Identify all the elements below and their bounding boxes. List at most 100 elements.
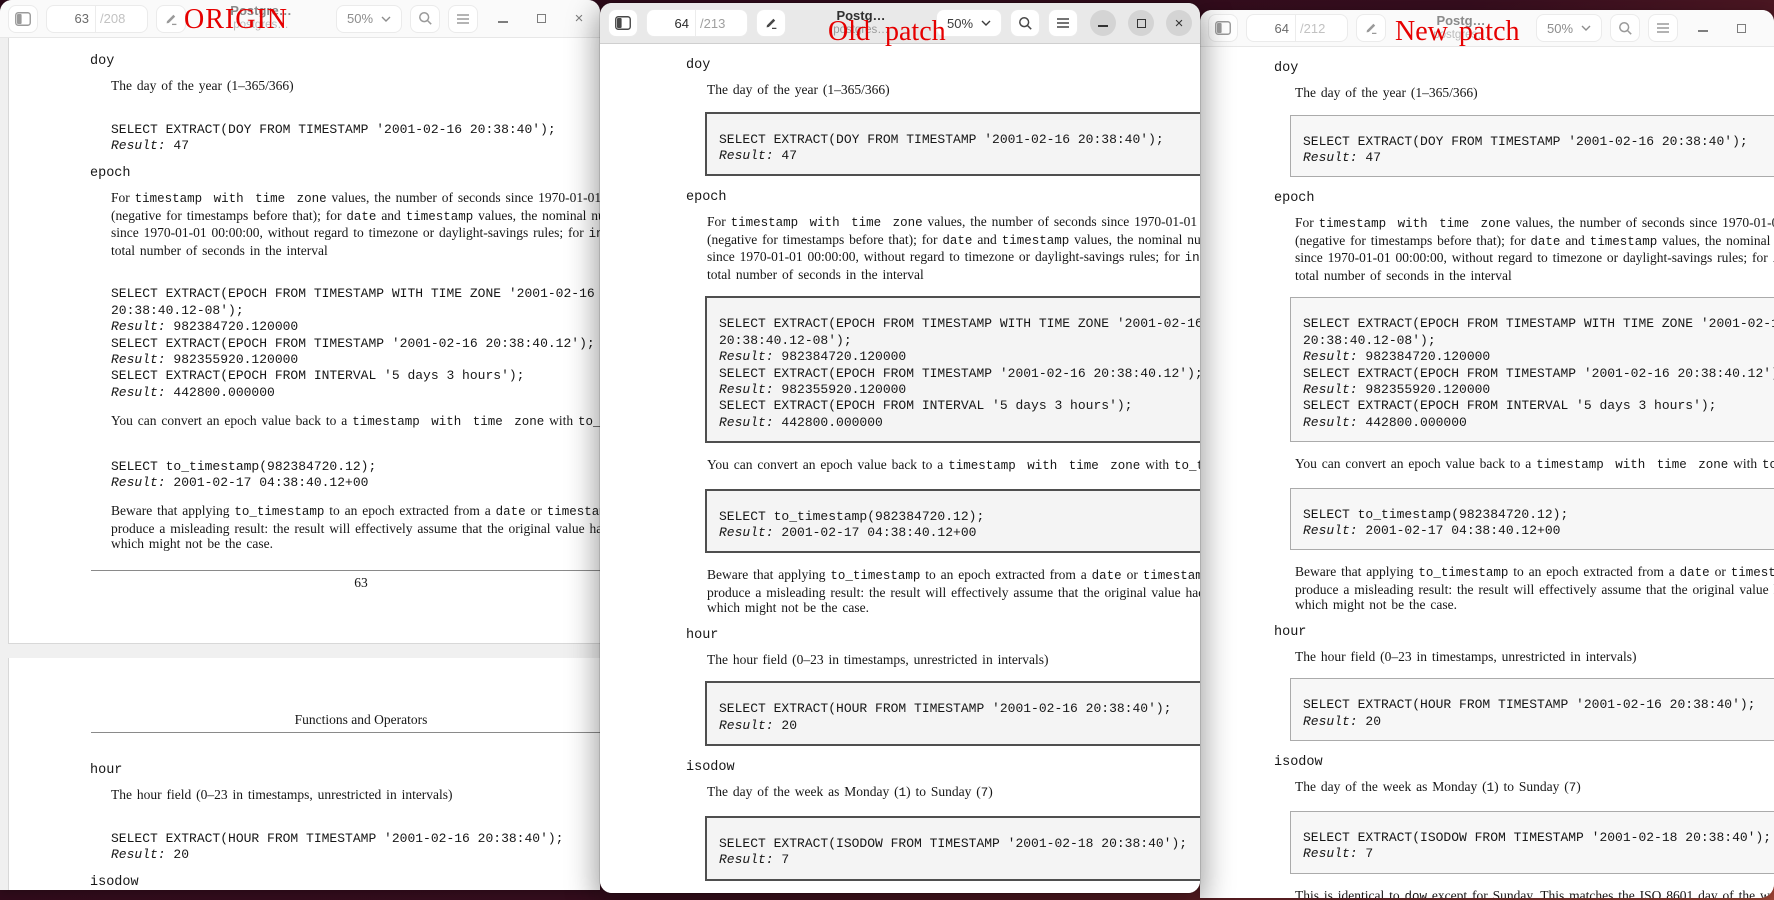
doc-text-line: produce a misleading result: the result … <box>1295 582 1774 598</box>
sidebar-toggle-button[interactable] <box>8 5 38 33</box>
annotate-button[interactable] <box>756 9 786 37</box>
close-button[interactable]: × <box>1166 10 1192 36</box>
running-header-title: Functions and Operators <box>111 712 600 728</box>
inline-code: timestamp with time zone <box>352 415 544 429</box>
headerbar: 63 /208 Postgre… postgres… 50% × <box>0 0 600 38</box>
window-origin: 63 /208 Postgre… postgres… 50% × ORIGIN … <box>0 0 600 890</box>
code-line: Result: 2001-02-17 04:38:40.12+00 <box>1303 523 1774 539</box>
inline-text: values, the nominal number of <box>1657 233 1774 248</box>
doc-text-line: which might not be the case. <box>111 536 600 552</box>
inline-code: to_timestamp <box>1418 566 1508 580</box>
minimize-button[interactable] <box>490 6 516 32</box>
search-button[interactable] <box>1610 14 1640 42</box>
inline-text: ) <box>1576 779 1581 794</box>
code-line: Result: 982384720.120000 <box>1303 349 1774 365</box>
total-pages-label: /208 <box>95 6 147 32</box>
inline-text: to an epoch extracted from a <box>1508 564 1679 579</box>
doc-text-line: For timestamp with time zone values, the… <box>111 190 600 208</box>
doc-text-line: which might not be the case. <box>1295 597 1774 613</box>
annotate-button[interactable] <box>1356 14 1386 42</box>
doc-term: isodow <box>90 875 600 890</box>
minimize-button[interactable] <box>1090 10 1116 36</box>
code-line: Result: 7 <box>719 852 1200 868</box>
document-page: doyThe day of the year (1–365/366)SELECT… <box>1200 47 1774 898</box>
inline-text: values, the nominal number of <box>473 208 600 223</box>
code-line: SELECT to_timestamp(982384720.12); <box>111 459 600 475</box>
code-line: SELECT EXTRACT(EPOCH FROM TIMESTAMP '200… <box>1303 366 1774 382</box>
close-button[interactable]: × <box>566 6 592 32</box>
result-value: 982355920.120000 <box>166 352 299 367</box>
annotate-button[interactable] <box>156 5 186 33</box>
page-number-entry[interactable]: 64 /212 <box>1246 14 1348 42</box>
maximize-button[interactable] <box>1128 10 1154 36</box>
inline-text: with <box>544 413 578 428</box>
zoom-level-dropdown[interactable]: 50% <box>936 9 1002 37</box>
code-example-block: SELECT EXTRACT(HOUR FROM TIMESTAMP '2001… <box>705 681 1200 746</box>
page-number-entry[interactable]: 64 /213 <box>646 9 748 37</box>
maximize-button[interactable] <box>528 6 554 32</box>
inline-code: 1 <box>899 786 907 800</box>
inline-text: with <box>1728 456 1762 471</box>
doc-paragraph: This is identical to dow except for Sund… <box>1295 888 1774 898</box>
current-page-input[interactable]: 64 <box>1247 15 1295 41</box>
code-line: SELECT EXTRACT(EPOCH FROM TIMESTAMP WITH… <box>719 316 1200 332</box>
code-line: SELECT to_timestamp(982384720.12); <box>1303 507 1774 523</box>
maximize-button[interactable] <box>1728 15 1754 41</box>
doc-term: epoch <box>1274 191 1774 206</box>
doc-text-line: (negative for timestamps before that); f… <box>111 208 600 226</box>
code-line: 20:38:40.12-08'); <box>719 333 1200 349</box>
current-page-input[interactable]: 63 <box>47 6 95 32</box>
result-label: Result: <box>1303 714 1358 729</box>
main-menu-button[interactable] <box>448 5 478 33</box>
close-button[interactable]: × <box>1766 15 1774 41</box>
code-line: Result: 20 <box>1303 714 1774 730</box>
current-page-input[interactable]: 64 <box>647 10 695 36</box>
inline-text: values, the number of seconds since 1970… <box>327 190 600 205</box>
doc-text-line: You can convert an epoch value back to a… <box>707 457 1200 475</box>
result-label: Result: <box>111 138 166 153</box>
doc-text-line: total number of seconds in the interval <box>111 243 600 259</box>
sidebar-toggle-button[interactable] <box>1208 14 1238 42</box>
maximize-icon <box>1737 24 1746 33</box>
inline-text: values, the number of seconds since 1970… <box>923 214 1200 229</box>
zoom-level-dropdown[interactable]: 50% <box>336 5 402 33</box>
page-number-entry[interactable]: 63 /208 <box>46 5 148 33</box>
doc-paragraph: For timestamp with time zone values, the… <box>1295 215 1774 283</box>
result-label: Result: <box>111 319 166 334</box>
search-button[interactable] <box>410 5 440 33</box>
inline-code: timestamp <box>1731 566 1774 580</box>
doc-text-line: (negative for timestamps before that); f… <box>707 232 1200 250</box>
window-old-patch: 64 /213 Postg… postgres… 50% × Old patch… <box>600 3 1200 893</box>
inline-text: ) to Sunday ( <box>906 784 981 799</box>
code-line: Result: 982384720.120000 <box>111 319 600 335</box>
document-view[interactable]: doyThe day of the year (1–365/366)SELECT… <box>0 38 600 890</box>
result-value: 20 <box>1358 714 1381 729</box>
doc-term: epoch <box>90 166 600 181</box>
sidebar-toggle-button[interactable] <box>608 9 638 37</box>
doc-paragraph: The hour field (0–23 in timestamps, unre… <box>111 787 600 803</box>
main-menu-button[interactable] <box>1648 14 1678 42</box>
main-menu-button[interactable] <box>1048 9 1078 37</box>
result-value: 47 <box>166 138 189 153</box>
inline-text: and <box>1560 233 1589 248</box>
doc-term: hour <box>90 763 600 778</box>
result-value: 20 <box>774 718 797 733</box>
code-line: SELECT EXTRACT(DOY FROM TIMESTAMP '2001-… <box>1303 134 1774 150</box>
window-controls: × <box>490 6 592 32</box>
minimize-button[interactable] <box>1690 15 1716 41</box>
inline-text: to an epoch extracted from a <box>920 567 1091 582</box>
inline-code: interval <box>589 227 600 241</box>
inline-text: The day of the week as Monday ( <box>707 784 899 799</box>
code-line: Result: 2001-02-17 04:38:40.12+00 <box>111 475 600 491</box>
inline-text: This is identical to <box>1295 888 1405 898</box>
inline-code: to_timestamp <box>1174 459 1200 473</box>
document-view[interactable]: doyThe day of the year (1–365/366)SELECT… <box>1200 47 1774 898</box>
search-button[interactable] <box>1010 9 1040 37</box>
zoom-level-dropdown[interactable]: 50% <box>1536 14 1602 42</box>
code-line: Result: 2001-02-17 04:38:40.12+00 <box>719 525 1200 541</box>
inline-text: since 1970-01-01 00:00:00, without regar… <box>111 225 589 240</box>
document-view[interactable]: doyThe day of the year (1–365/366)SELECT… <box>600 44 1200 893</box>
doc-paragraph: You can convert an epoch value back to a… <box>111 413 600 431</box>
code-line: SELECT EXTRACT(EPOCH FROM TIMESTAMP '200… <box>719 366 1200 382</box>
window-title: Postgre… postgres… <box>202 4 320 32</box>
